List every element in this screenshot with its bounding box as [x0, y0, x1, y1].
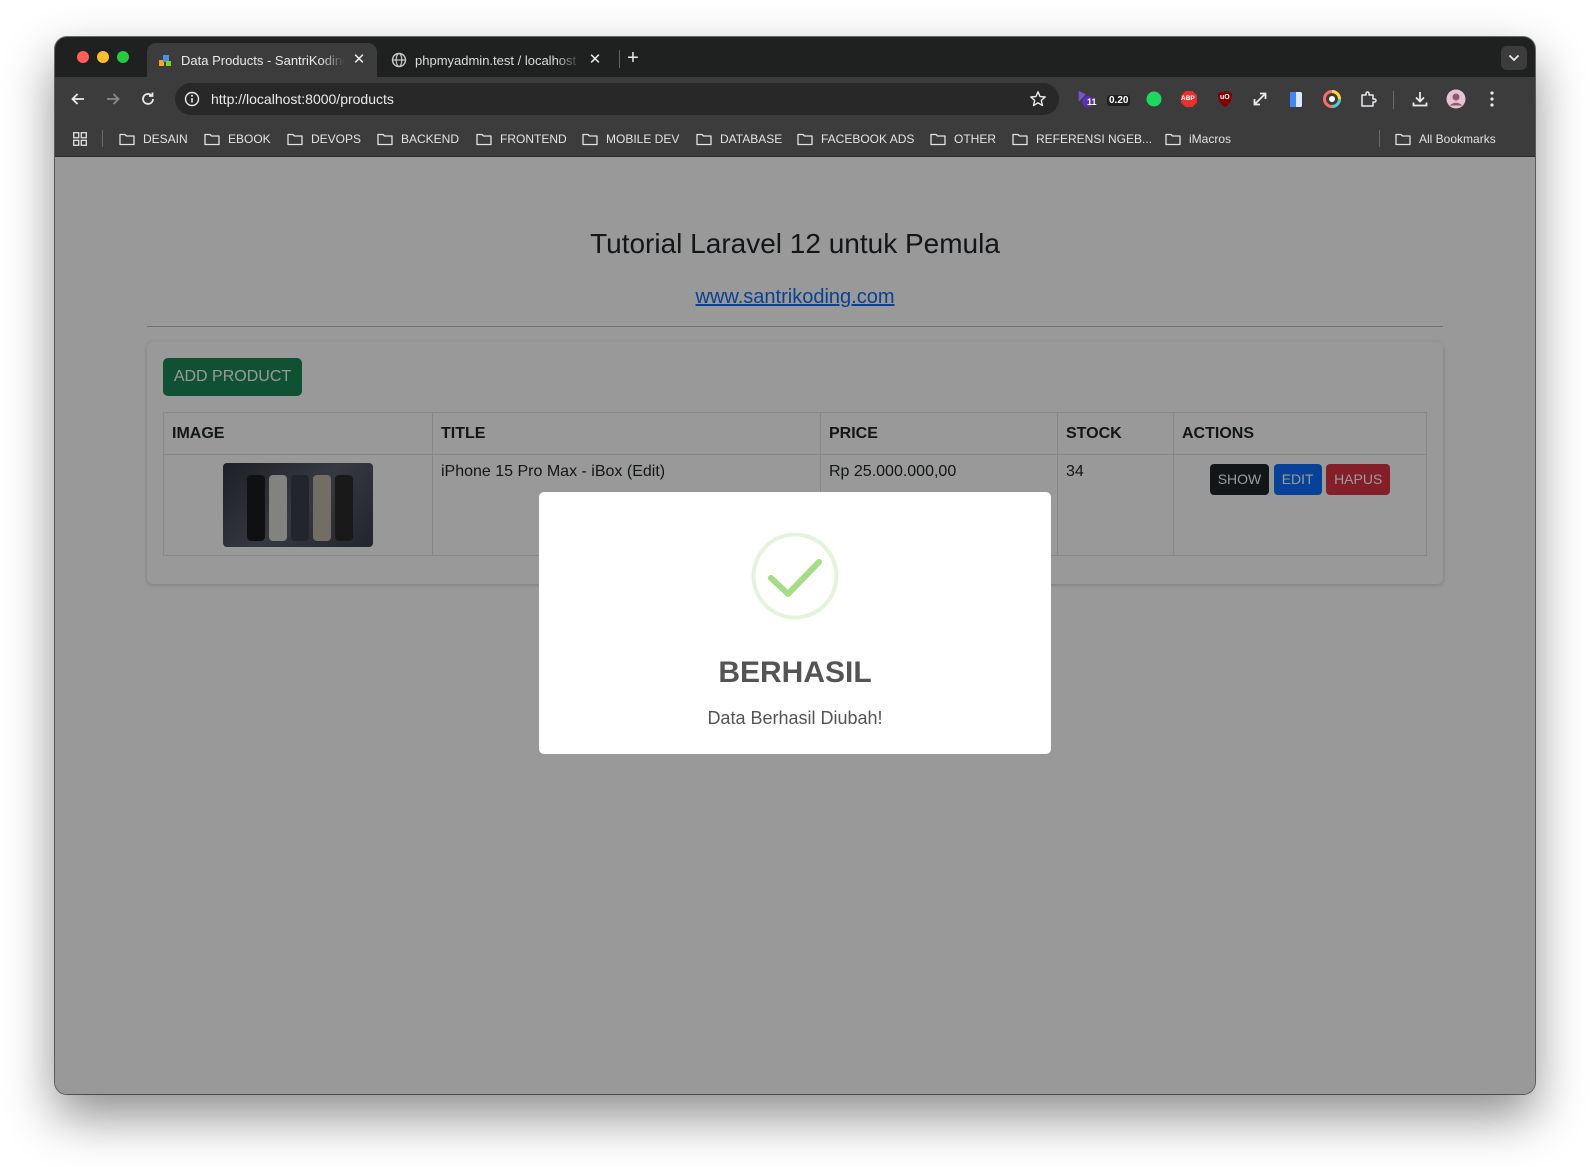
kebab-menu-icon[interactable] [1481, 88, 1503, 110]
site-info-icon[interactable] [183, 90, 201, 108]
bookmark-label: FRONTEND [500, 132, 567, 146]
apps-grid-icon[interactable] [73, 130, 87, 148]
tab-phpmyadmin[interactable]: phpmyadmin.test / localhost / laravel ✕ [381, 43, 613, 77]
adblock-label: ABP [1181, 95, 1195, 102]
ublock-label: uO [1220, 94, 1230, 101]
bookmark-label: OTHER [954, 132, 996, 146]
forward-arrow-icon[interactable] [102, 88, 124, 110]
extension-badge-value: 0.20 [1107, 95, 1131, 106]
bookmark-folder-mobile-dev[interactable]: MOBILE DEV [582, 130, 679, 148]
document-extension-icon[interactable] [1285, 88, 1307, 110]
bookmark-label: DATABASE [720, 132, 783, 146]
page-content: Tutorial Laravel 12 untuk Pemula www.san… [55, 157, 1535, 1094]
bookmark-folder-desain[interactable]: DESAIN [119, 130, 188, 148]
close-tab-icon[interactable]: ✕ [587, 52, 603, 68]
bookmark-star-icon[interactable] [1029, 90, 1047, 108]
extension-badge-count: 11 [1087, 97, 1097, 107]
globe-icon [391, 52, 407, 68]
folder-icon [797, 133, 813, 146]
bookmark-label: DESAIN [143, 132, 188, 146]
tab-strip: Data Products - SantriKoding.com ✕ phpmy… [55, 37, 1535, 77]
folder-icon [476, 133, 492, 146]
chevron-down-icon [1508, 54, 1520, 62]
success-dialog: BERHASIL Data Berhasil Diubah! [539, 492, 1051, 754]
bookmark-label: FACEBOOK ADS [821, 132, 915, 146]
bookmark-label: DEVOPS [311, 132, 362, 146]
close-tab-icon[interactable]: ✕ [351, 52, 367, 68]
bookmark-label: iMacros [1189, 132, 1232, 146]
bookmark-folder-devops[interactable]: DEVOPS [287, 130, 361, 148]
close-window-button[interactable] [77, 51, 89, 63]
adblock-plus-icon[interactable]: ABP [1178, 88, 1200, 110]
all-bookmarks-folder[interactable]: All Bookmarks [1395, 130, 1496, 148]
bookmark-folder-other[interactable]: OTHER [930, 130, 996, 148]
folder-icon [582, 133, 598, 146]
tab-search-button[interactable] [1501, 46, 1527, 70]
dialog-title: BERHASIL [718, 656, 872, 689]
bookmark-separator [102, 130, 103, 147]
folder-icon [287, 133, 303, 146]
folder-icon [1012, 133, 1028, 146]
folder-icon [119, 133, 135, 146]
puzzle-extensions-icon[interactable] [1357, 88, 1379, 110]
download-icon[interactable] [1409, 88, 1431, 110]
folder-icon [204, 133, 220, 146]
browser-toolbar: http://localhost:8000/products 11 0.20 A… [55, 77, 1535, 121]
santrikoding-favicon-icon [157, 52, 173, 68]
bookmark-label: MOBILE DEV [606, 132, 680, 146]
toolbar-separator [1393, 91, 1394, 109]
bookmark-folder-database[interactable]: DATABASE [696, 130, 782, 148]
bookmark-folder-frontend[interactable]: FRONTEND [476, 130, 567, 148]
color-picker-icon[interactable] [1321, 88, 1343, 110]
tab-title: phpmyadmin.test / localhost / laravel [415, 52, 581, 68]
bookmark-folder-imacros[interactable]: iMacros [1165, 130, 1231, 148]
bookmark-folder-referensi[interactable]: REFERENSI NGEB... [1012, 130, 1152, 148]
bookmark-label: BACKEND [401, 132, 460, 146]
back-arrow-icon[interactable] [67, 88, 89, 110]
folder-icon [930, 133, 946, 146]
address-bar[interactable]: http://localhost:8000/products [175, 83, 1059, 115]
bookmark-label: EBOOK [228, 132, 271, 146]
bookmark-folder-backend[interactable]: BACKEND [377, 130, 459, 148]
bookmark-label: All Bookmarks [1419, 132, 1496, 146]
extension-badge-icon[interactable]: 11 [1075, 88, 1097, 110]
bookmark-folder-facebook-ads[interactable]: FACEBOOK ADS [797, 130, 914, 148]
bookmark-separator [1379, 130, 1380, 147]
tab-separator [619, 50, 620, 68]
success-check-icon [751, 532, 839, 620]
folder-icon [377, 133, 393, 146]
green-status-extension-icon[interactable] [1143, 88, 1165, 110]
folder-icon [1165, 133, 1181, 146]
profile-avatar-icon[interactable] [1445, 88, 1467, 110]
ublock-origin-icon[interactable]: uO [1214, 88, 1236, 110]
bookmarks-bar: DESAIN EBOOK DEVOPS BACKEND FRONTEND MOB… [55, 121, 1535, 157]
minimize-window-button[interactable] [97, 51, 109, 63]
extension-counter-icon[interactable]: 0.20 [1105, 88, 1135, 110]
bookmark-label: REFERENSI NGEB... [1036, 132, 1153, 146]
folder-icon [1395, 133, 1411, 146]
maximize-window-button[interactable] [117, 51, 129, 63]
bookmark-folder-ebook[interactable]: EBOOK [204, 130, 271, 148]
tab-data-products[interactable]: Data Products - SantriKoding.com ✕ [147, 43, 377, 77]
new-tab-button[interactable]: + [621, 46, 645, 70]
url-text: http://localhost:8000/products [211, 91, 394, 107]
folder-icon [696, 133, 712, 146]
expand-arrows-icon[interactable] [1249, 88, 1271, 110]
tab-title: Data Products - SantriKoding.com [181, 52, 345, 68]
dialog-message: Data Berhasil Diubah! [707, 708, 883, 728]
reload-icon[interactable] [137, 88, 159, 110]
browser-window: Data Products - SantriKoding.com ✕ phpmy… [55, 37, 1535, 1094]
